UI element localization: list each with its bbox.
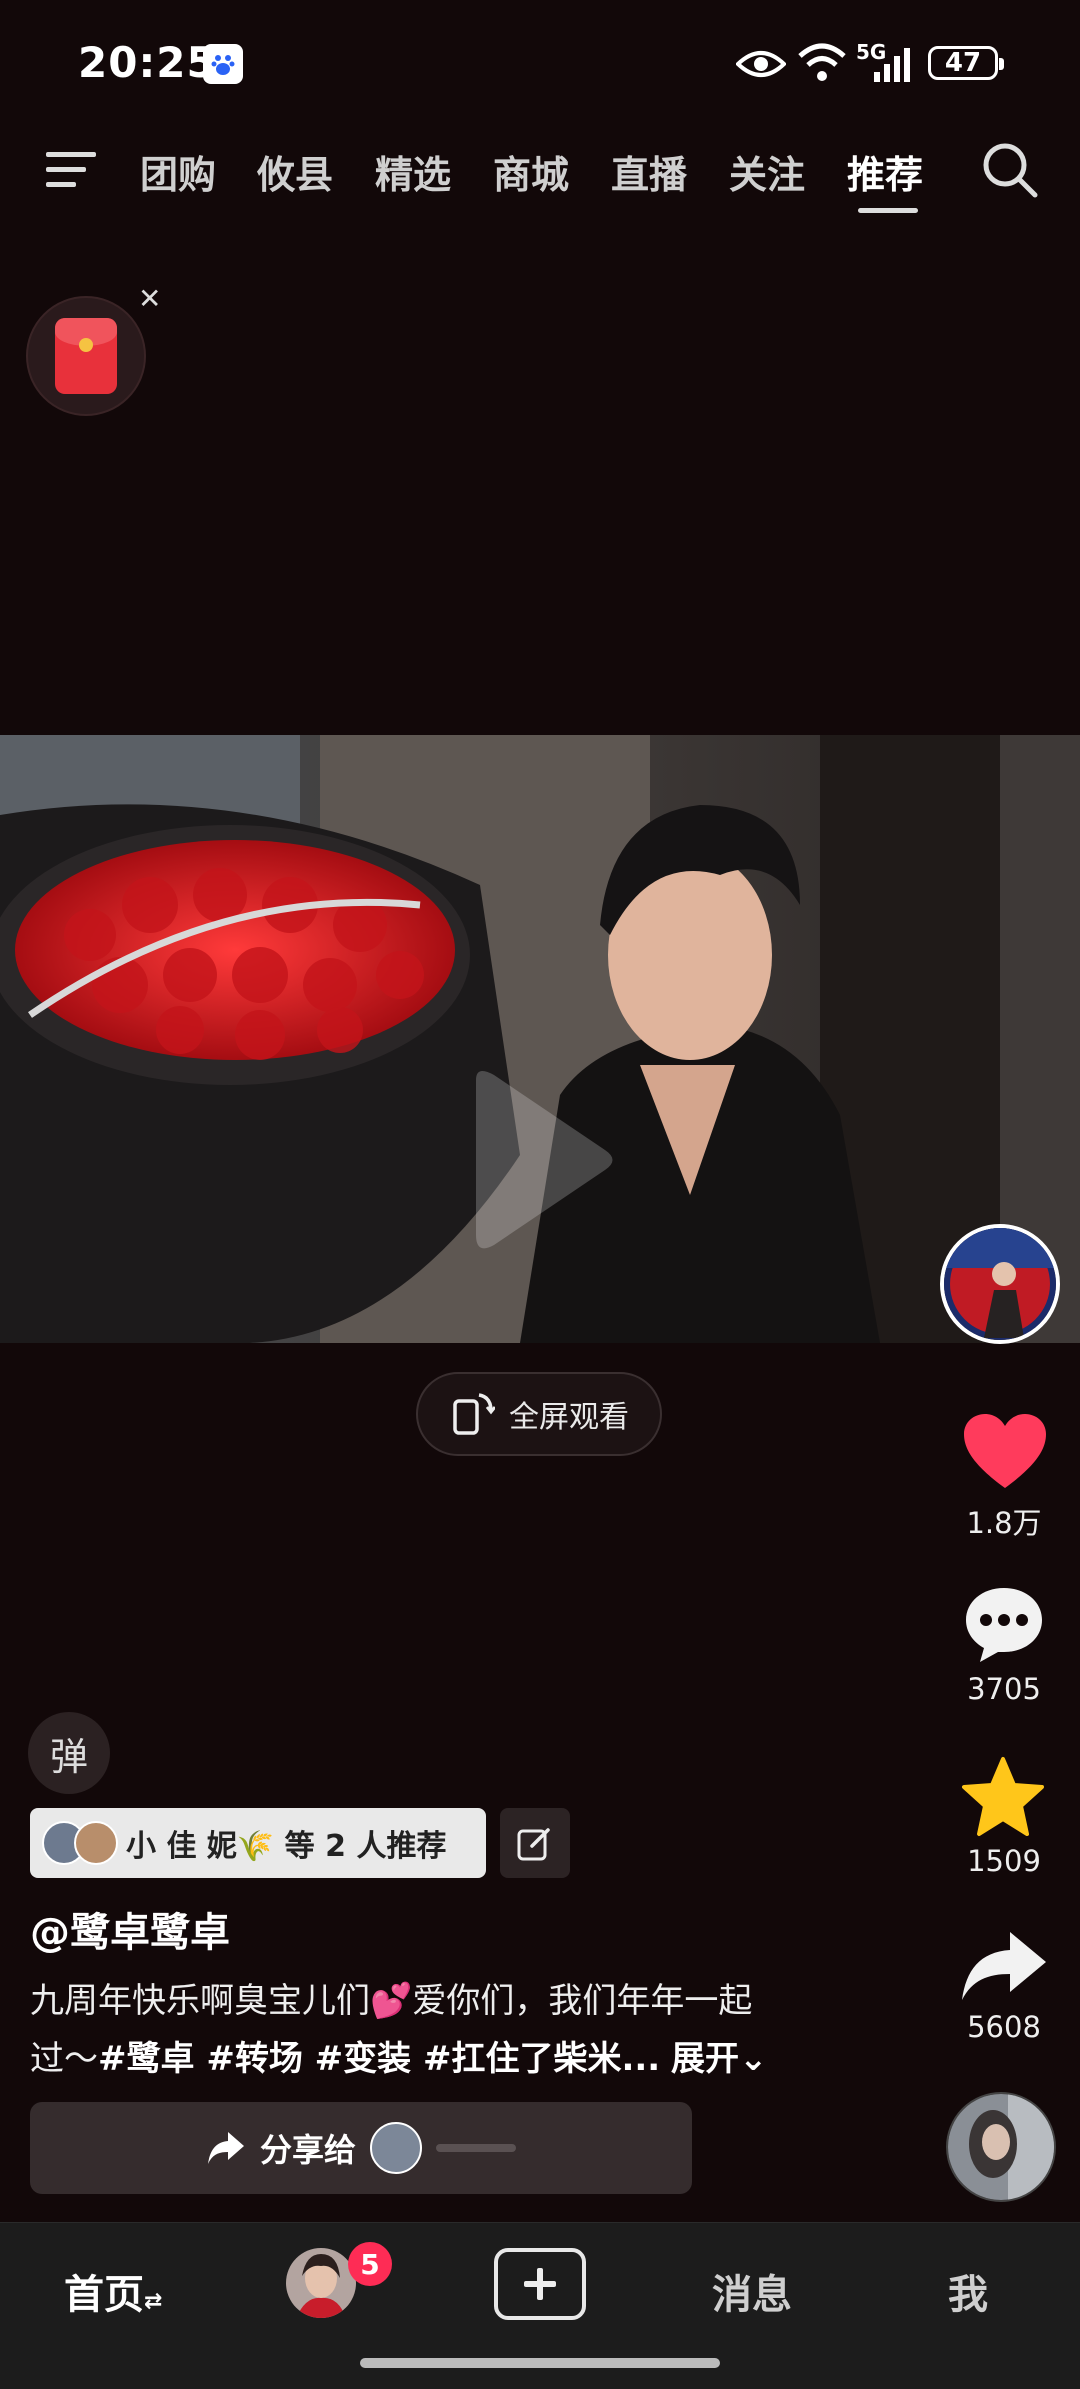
author-name[interactable]: @鹭卓鹭卓 bbox=[30, 1900, 230, 1958]
recommender-avatar bbox=[74, 1821, 118, 1865]
tab-recommend[interactable]: 推荐 bbox=[847, 144, 923, 199]
next-creator-avatar[interactable] bbox=[946, 2092, 1056, 2202]
red-packet-button[interactable] bbox=[26, 296, 146, 416]
fullscreen-button[interactable]: 全屏观看 bbox=[416, 1372, 662, 1456]
nav-messages[interactable]: 消息 bbox=[712, 2262, 792, 2320]
like-heart-icon[interactable] bbox=[962, 1412, 1048, 1492]
active-tab-indicator bbox=[858, 208, 918, 213]
rotate-screen-icon bbox=[453, 1393, 495, 1435]
home-indicator[interactable] bbox=[360, 2358, 720, 2368]
search-icon[interactable] bbox=[980, 140, 1040, 200]
recommender-avatars bbox=[42, 1821, 118, 1865]
tab-live[interactable]: 直播 bbox=[611, 144, 687, 199]
create-post-button[interactable] bbox=[494, 2248, 586, 2320]
share-target-avatar bbox=[370, 2122, 422, 2174]
share-arrow-icon[interactable] bbox=[960, 1928, 1048, 2004]
expand-link[interactable]: 展开⌄ bbox=[671, 2039, 768, 2079]
caption-hashtags[interactable]: #鹭卓 #转场 #变装 #扛住了柴米... bbox=[98, 2039, 660, 2079]
like-count: 1.8万 bbox=[966, 1506, 1042, 1540]
nav-friends-avatar[interactable] bbox=[286, 2248, 356, 2318]
tab-local[interactable]: 攸县 bbox=[257, 144, 333, 199]
recommend-text: 小 佳 妮🌾 等 2 人推荐 bbox=[126, 1829, 447, 1864]
tab-mall[interactable]: 商城 bbox=[493, 144, 569, 199]
baidu-app-icon bbox=[203, 44, 243, 84]
tab-featured[interactable]: 精选 bbox=[375, 144, 451, 199]
nav-me[interactable]: 我 bbox=[948, 2262, 988, 2320]
edit-button[interactable] bbox=[500, 1808, 570, 1878]
recommend-chip[interactable]: 小 佳 妮🌾 等 2 人推荐 bbox=[30, 1808, 486, 1878]
share-arrow-icon bbox=[207, 2132, 244, 2164]
share-to-friends-bar[interactable]: 分享给 bbox=[30, 2102, 692, 2194]
status-time: 20:25 bbox=[78, 38, 217, 87]
share-count: 5608 bbox=[967, 2010, 1041, 2044]
caption-line-2: 过～ bbox=[30, 2039, 98, 2079]
nav-home[interactable]: 首页⇄ bbox=[64, 2262, 162, 2320]
eye-icon bbox=[736, 51, 786, 77]
tab-following[interactable]: 关注 bbox=[729, 144, 805, 199]
plus-icon bbox=[524, 2268, 556, 2300]
switch-icon: ⇄ bbox=[144, 2289, 163, 2314]
share-target-avatars bbox=[370, 2122, 516, 2174]
video-frame bbox=[0, 735, 1080, 1343]
notification-badge: 5 bbox=[348, 2242, 392, 2286]
close-icon[interactable]: ✕ bbox=[138, 282, 161, 315]
menu-icon[interactable] bbox=[44, 148, 98, 192]
signal-icon bbox=[874, 48, 910, 82]
wifi-icon bbox=[798, 43, 846, 81]
fullscreen-label: 全屏观看 bbox=[509, 1400, 629, 1435]
chevron-down-icon: ⌄ bbox=[739, 2039, 768, 2079]
blurred-names bbox=[436, 2144, 516, 2152]
share-label: 分享给 bbox=[259, 2131, 356, 2169]
video-caption: 九周年快乐啊臭宝儿们💕爱你们，我们年年一起 过～#鹭卓 #转场 #变装 #扛住了… bbox=[30, 1972, 910, 2088]
danmu-toggle-button[interactable]: 弹 bbox=[28, 1712, 110, 1794]
music-disc-avatar[interactable] bbox=[940, 1224, 1060, 1344]
edit-icon bbox=[517, 1828, 550, 1861]
video-player[interactable] bbox=[0, 735, 1080, 1343]
favorite-star-icon[interactable] bbox=[960, 1756, 1046, 1838]
battery-indicator: 47 bbox=[928, 46, 1004, 80]
favorite-count: 1509 bbox=[967, 1844, 1041, 1878]
comment-icon[interactable] bbox=[962, 1584, 1046, 1664]
tab-groupbuy[interactable]: 团购 bbox=[140, 144, 216, 199]
caption-line-1: 九周年快乐啊臭宝儿们💕爱你们，我们年年一起 bbox=[30, 1981, 753, 2021]
comment-count: 3705 bbox=[967, 1672, 1041, 1706]
red-packet-icon bbox=[55, 318, 117, 394]
